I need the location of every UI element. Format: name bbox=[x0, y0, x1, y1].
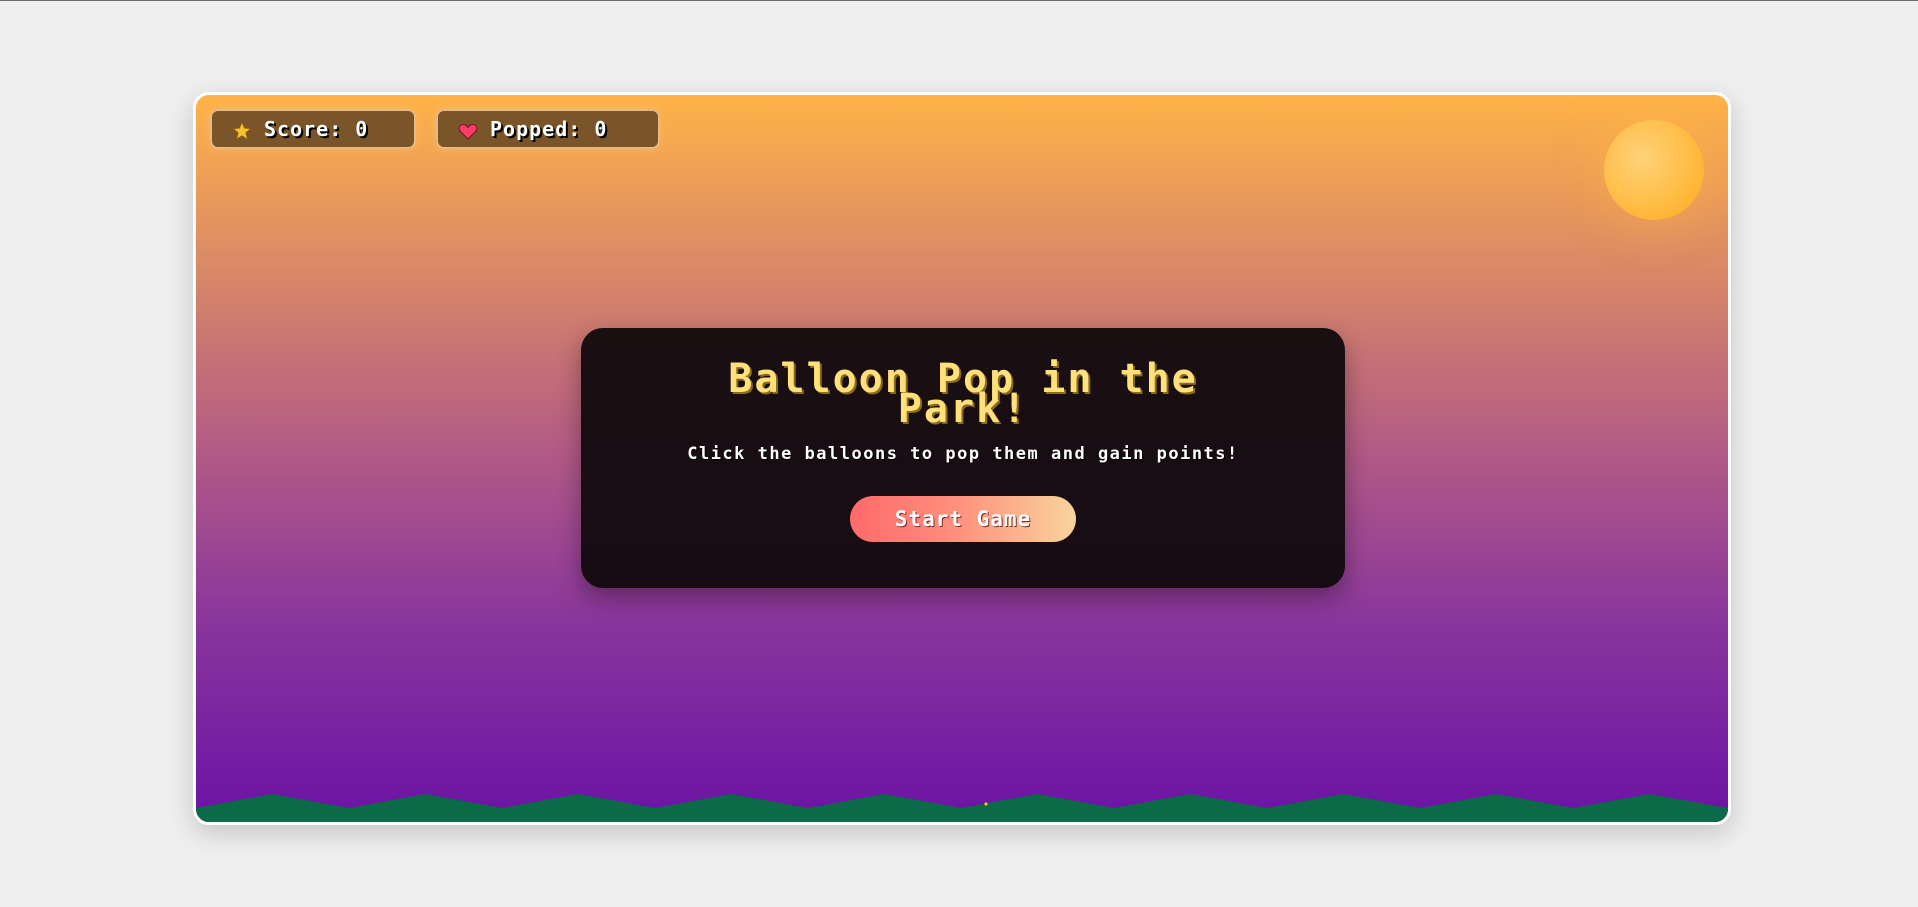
heart-icon bbox=[458, 121, 478, 141]
start-game-button[interactable]: Start Game bbox=[850, 496, 1076, 542]
star-icon bbox=[232, 121, 252, 141]
game-canvas[interactable]: Score: 0 Popped: 0 Balloon Pop in the Pa… bbox=[193, 92, 1731, 825]
score-display: Score: 0 bbox=[210, 109, 416, 149]
game-instructions: Click the balloons to pop them and gain … bbox=[687, 444, 1239, 464]
score-label: Score: 0 bbox=[264, 117, 369, 141]
grass-ground bbox=[196, 790, 1728, 822]
top-border-line bbox=[0, 0, 1918, 1]
popped-display: Popped: 0 bbox=[436, 109, 660, 149]
start-menu: Balloon Pop in the Park! Click the ballo… bbox=[581, 328, 1345, 588]
game-title: Balloon Pop in the Park! bbox=[728, 356, 1198, 432]
sun bbox=[1604, 120, 1704, 220]
popped-label: Popped: 0 bbox=[490, 117, 608, 141]
